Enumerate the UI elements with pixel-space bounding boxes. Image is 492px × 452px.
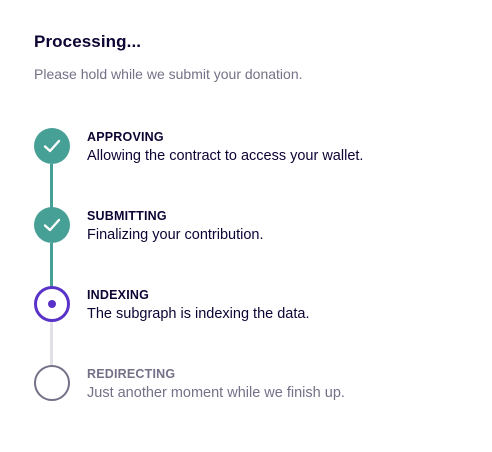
check-icon — [34, 128, 70, 164]
modal-subtitle: Please hold while we submit your donatio… — [34, 66, 303, 82]
step-description: The subgraph is indexing the data. — [87, 306, 310, 322]
current-dot-icon — [48, 300, 56, 308]
step-connector-complete — [50, 243, 53, 287]
step-text: APPROVING Allowing the contract to acces… — [87, 129, 363, 165]
step-name: APPROVING — [87, 130, 164, 144]
step-name: SUBMITTING — [87, 209, 167, 223]
step-name: INDEXING — [87, 288, 150, 302]
step-name: REDIRECTING — [87, 367, 176, 381]
current-step-icon — [34, 286, 70, 322]
step-text: INDEXING The subgraph is indexing the da… — [87, 287, 309, 323]
step-description: Finalizing your contribution. — [87, 227, 264, 243]
empty-circle-icon — [34, 365, 70, 401]
step-text: REDIRECTING Just another moment while we… — [87, 366, 345, 402]
check-icon — [34, 207, 70, 243]
step-connector-complete — [50, 164, 53, 208]
step-description: Just another moment while we finish up. — [87, 385, 345, 401]
step-connector-pending — [50, 322, 53, 366]
step-text: SUBMITTING Finalizing your contribution. — [87, 208, 264, 244]
processing-modal: Processing... Please hold while we submi… — [0, 0, 492, 452]
step-description: Allowing the contract to access your wal… — [87, 148, 364, 164]
modal-title: Processing... — [34, 32, 142, 51]
